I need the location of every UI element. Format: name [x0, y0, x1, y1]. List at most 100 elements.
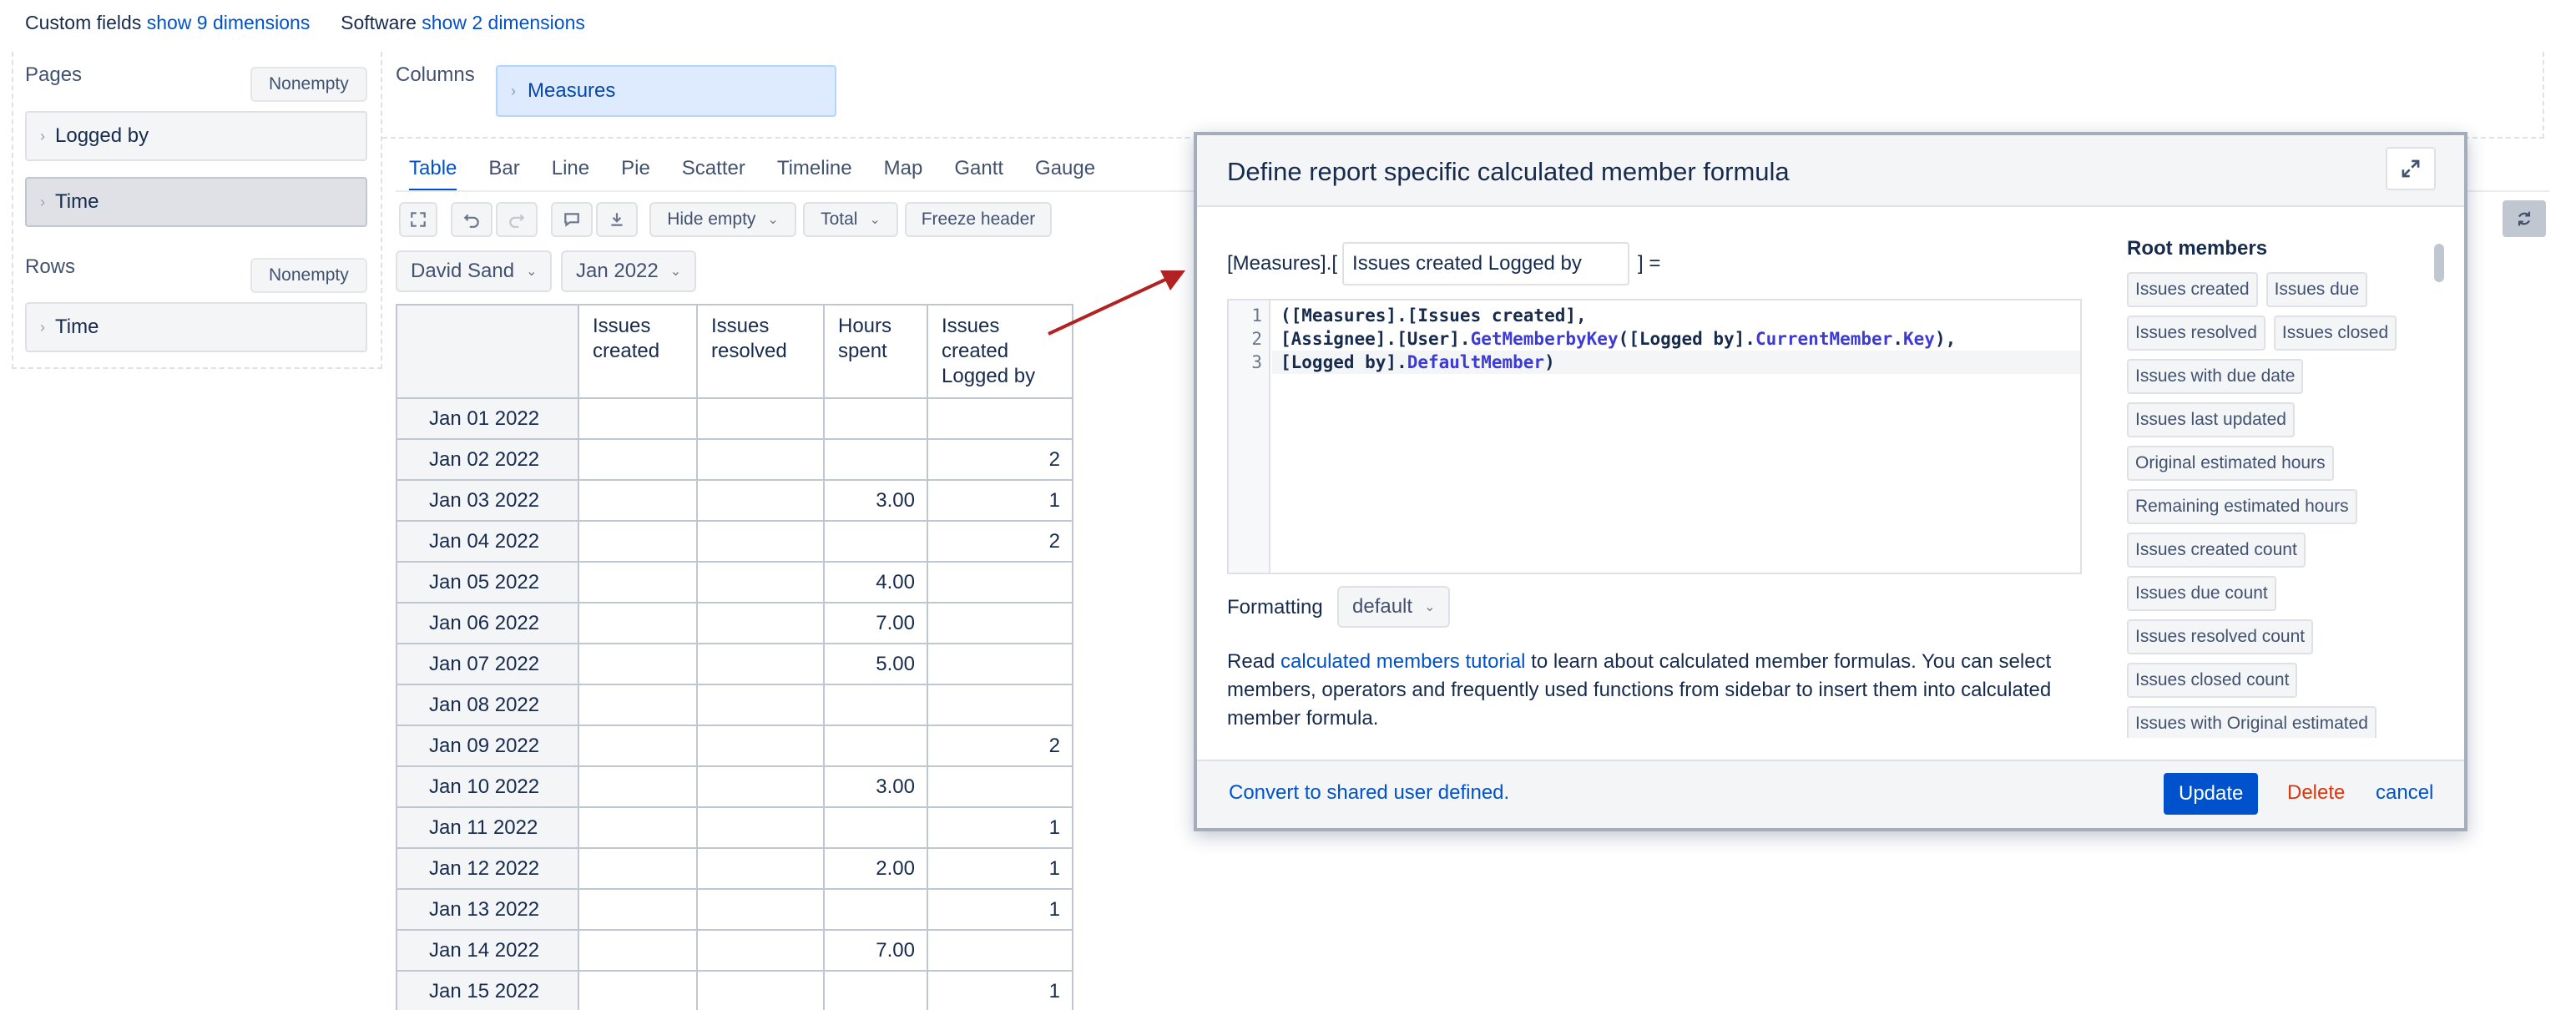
- tab-gantt[interactable]: Gantt: [954, 157, 1003, 191]
- header-line: Issues: [711, 315, 770, 337]
- row-header[interactable]: Jan 13 2022: [396, 888, 579, 931]
- row-header[interactable]: Jan 04 2022: [396, 520, 579, 563]
- pages-nonempty-button[interactable]: Nonempty: [250, 67, 367, 102]
- row-header[interactable]: Jan 08 2022: [396, 684, 579, 726]
- code-text: ([Measures].[Issues created],: [1280, 306, 1587, 326]
- table-cell: [578, 643, 698, 685]
- custom-fields-show-link[interactable]: show 9 dimensions: [147, 12, 311, 33]
- row-header[interactable]: Jan 02 2022: [396, 438, 579, 481]
- rows-title: Rows: [25, 255, 76, 278]
- page-dimension-time[interactable]: › Time: [25, 177, 367, 227]
- page-dimension-logged-by[interactable]: › Logged by: [25, 111, 367, 161]
- column-dimension-measures[interactable]: › Measures: [496, 65, 836, 117]
- root-member-chip[interactable]: Issues due count: [2127, 576, 2276, 611]
- tab-table[interactable]: Table: [409, 157, 457, 191]
- table-row: Jan 08 2022: [396, 684, 1073, 726]
- formatting-dropdown[interactable]: default ⌄: [1337, 586, 1451, 628]
- refresh-button[interactable]: [2503, 200, 2546, 237]
- table-row: Jan 11 2022 1: [396, 806, 1073, 849]
- table-row: Jan 14 2022 7.00: [396, 929, 1073, 972]
- row-header[interactable]: Jan 03 2022: [396, 479, 579, 522]
- user-filter-dropdown[interactable]: David Sand ⌄: [396, 250, 553, 292]
- table-row: Jan 10 2022 3.00: [396, 765, 1073, 808]
- root-member-chip[interactable]: Issues created: [2127, 272, 2258, 307]
- tab-map[interactable]: Map: [884, 157, 923, 191]
- chevron-down-icon: ⌄: [767, 213, 779, 227]
- tab-gauge[interactable]: Gauge: [1035, 157, 1095, 191]
- sidebar-scrollbar[interactable]: [2434, 244, 2444, 282]
- total-dropdown[interactable]: Total ⌄: [803, 202, 898, 237]
- freeze-header-button[interactable]: Freeze header: [905, 202, 1052, 237]
- period-filter-dropdown[interactable]: Jan 2022 ⌄: [561, 250, 697, 292]
- dimension-label: Measures: [528, 79, 616, 102]
- row-header[interactable]: Jan 01 2022: [396, 397, 579, 440]
- table-cell: [696, 643, 825, 685]
- member-name-input[interactable]: [1342, 242, 1630, 285]
- table-cell: [927, 765, 1073, 808]
- row-dimension-time[interactable]: › Time: [25, 302, 367, 352]
- cancel-button[interactable]: cancel: [2376, 781, 2433, 805]
- fullscreen-button[interactable]: [399, 202, 437, 237]
- root-member-chip[interactable]: Issues with due date: [2127, 359, 2304, 394]
- calculated-members-tutorial-link[interactable]: calculated members tutorial: [1280, 650, 1525, 673]
- row-header[interactable]: Jan 15 2022: [396, 970, 579, 1010]
- export-button[interactable]: [596, 202, 638, 237]
- undo-button[interactable]: [451, 202, 492, 237]
- redo-button[interactable]: [496, 202, 538, 237]
- root-member-chip[interactable]: Issues resolved count: [2127, 619, 2314, 654]
- delete-button[interactable]: Delete: [2287, 781, 2345, 805]
- row-header[interactable]: Jan 14 2022: [396, 929, 579, 972]
- row-header[interactable]: Jan 10 2022: [396, 765, 579, 808]
- expand-icon: [411, 212, 426, 227]
- code-function: CurrentMember: [1755, 329, 1893, 349]
- comment-button[interactable]: [551, 202, 593, 237]
- update-button[interactable]: Update: [2164, 773, 2259, 815]
- code-text: ([Logged by].: [1618, 329, 1755, 349]
- tab-scatter[interactable]: Scatter: [682, 157, 745, 191]
- formula-editor[interactable]: 1 2 3 ([Measures].[Issues created], [Assi…: [1227, 299, 2082, 574]
- root-member-chip[interactable]: Issues closed: [2273, 316, 2397, 351]
- root-member-chip[interactable]: Remaining estimated hours: [2127, 489, 2357, 524]
- root-member-chip[interactable]: Issues resolved: [2127, 316, 2265, 351]
- root-member-chip[interactable]: Issues created count: [2127, 533, 2306, 568]
- table-cell: [578, 397, 698, 440]
- convert-to-shared-link[interactable]: Convert to shared user defined.: [1229, 781, 1509, 805]
- software-show-link[interactable]: show 2 dimensions: [422, 12, 585, 33]
- custom-fields-label: Custom fields: [25, 12, 142, 33]
- chevron-right-icon: ›: [40, 193, 45, 210]
- row-header[interactable]: Jan 05 2022: [396, 561, 579, 603]
- table-cell: 4.00: [823, 561, 928, 603]
- hide-empty-dropdown[interactable]: Hide empty ⌄: [649, 202, 796, 237]
- chart-type-tabs: Table Bar Line Pie Scatter Timeline Map …: [409, 157, 1127, 191]
- root-member-chip[interactable]: Issues due: [2265, 272, 2368, 307]
- column-header-issues-resolved[interactable]: Issues resolved: [696, 304, 825, 399]
- row-header[interactable]: Jan 06 2022: [396, 602, 579, 644]
- rows-nonempty-button[interactable]: Nonempty: [250, 258, 367, 293]
- table-cell: 1: [927, 847, 1073, 890]
- expand-dialog-button[interactable]: [2386, 147, 2436, 190]
- tab-timeline[interactable]: Timeline: [777, 157, 852, 191]
- tab-pie[interactable]: Pie: [621, 157, 650, 191]
- root-member-chip[interactable]: Issues last updated: [2127, 402, 2295, 437]
- tab-line[interactable]: Line: [552, 157, 589, 191]
- table-cell: [696, 929, 825, 972]
- row-header[interactable]: Jan 07 2022: [396, 643, 579, 685]
- root-member-chip[interactable]: Original estimated hours: [2127, 446, 2334, 481]
- formula-code[interactable]: ([Measures].[Issues created], [Assignee].…: [1280, 304, 1956, 374]
- row-header[interactable]: Jan 11 2022: [396, 806, 579, 849]
- dialog-footer: Convert to shared user defined. Update D…: [1197, 760, 2464, 828]
- table-row: Jan 04 2022 2: [396, 520, 1073, 563]
- row-header[interactable]: Jan 12 2022: [396, 847, 579, 890]
- table-cell: [578, 479, 698, 522]
- chevron-down-icon: ⌄: [1424, 600, 1436, 614]
- corner-cell: [396, 304, 579, 399]
- table-cell: [927, 929, 1073, 972]
- column-header-hours-spent[interactable]: Hours spent: [823, 304, 928, 399]
- header-line: created: [593, 340, 660, 362]
- root-member-chip[interactable]: Issues with Original estimated: [2127, 706, 2376, 738]
- tab-bar[interactable]: Bar: [488, 157, 519, 191]
- root-member-chip[interactable]: Issues closed count: [2127, 663, 2298, 698]
- row-header[interactable]: Jan 09 2022: [396, 725, 579, 767]
- column-header-issues-created[interactable]: Issues created: [578, 304, 698, 399]
- table-cell: 3.00: [823, 765, 928, 808]
